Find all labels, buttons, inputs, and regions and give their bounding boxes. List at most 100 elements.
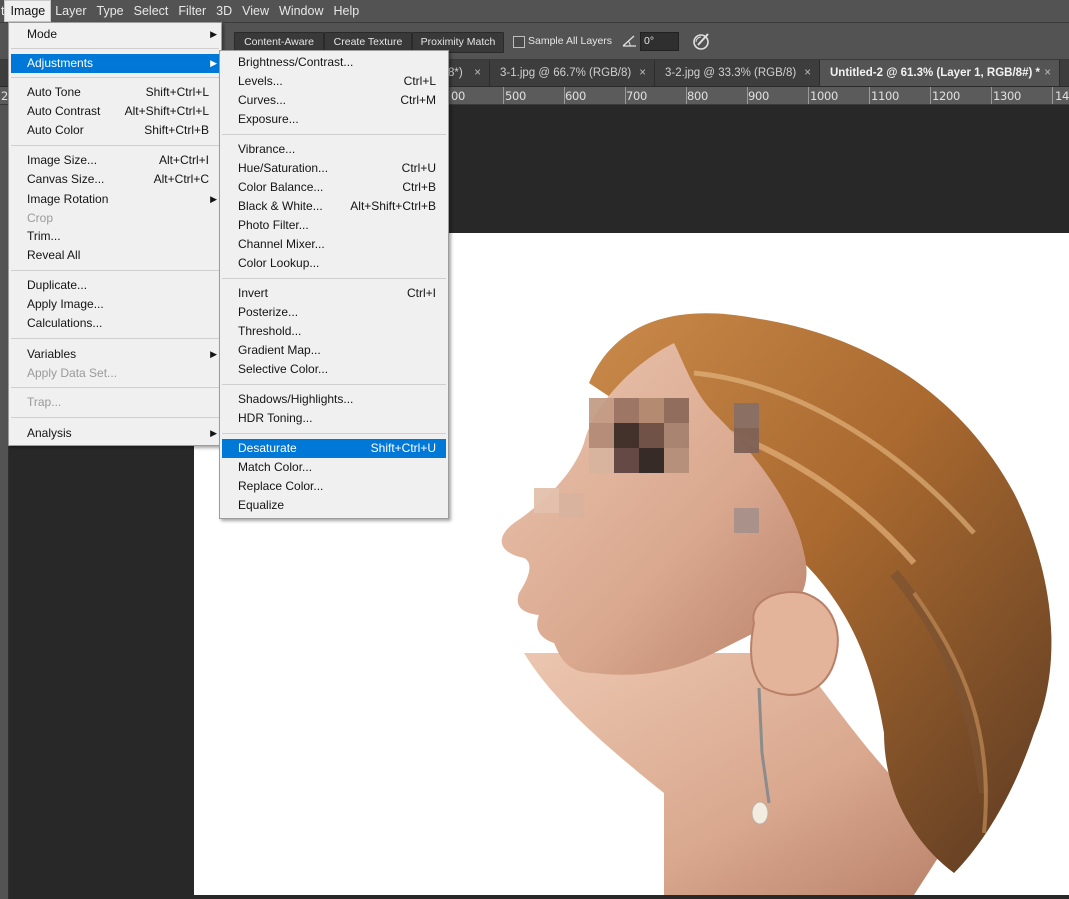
menu-layer[interactable]: Layer	[50, 0, 91, 22]
menu-item-threshold[interactable]: Threshold...	[222, 322, 446, 341]
menu-item-label: Vibrance...	[238, 142, 296, 156]
menu-item-label: Auto Contrast	[27, 104, 101, 118]
menu-item-selective-color[interactable]: Selective Color...	[222, 360, 446, 379]
menu-item-label: Replace Color...	[238, 479, 324, 493]
menu-item-label: Levels...	[238, 74, 283, 88]
menu-item-posterize[interactable]: Posterize...	[222, 303, 446, 322]
document-tab[interactable]: 3-2.jpg @ 33.3% (RGB/8) ×	[655, 60, 820, 86]
menu-item-invert[interactable]: Invert Ctrl+I	[222, 284, 446, 303]
menu-item-exposure[interactable]: Exposure...	[222, 110, 446, 129]
menu-item-equalize[interactable]: Equalize	[222, 496, 446, 515]
menu-view[interactable]: View	[237, 0, 274, 22]
submenu-arrow-icon: ▶	[210, 58, 217, 68]
menu-item-label: Brightness/Contrast...	[238, 55, 354, 69]
menu-window[interactable]: Window	[274, 0, 328, 22]
menu-select[interactable]: Select	[129, 0, 174, 22]
menu-item-image-rotation[interactable]: Image Rotation ▶	[11, 190, 219, 209]
submenu-arrow-icon: ▶	[210, 349, 217, 359]
menu-item-shortcut: Ctrl+B	[402, 180, 436, 194]
menu-item-levels[interactable]: Levels... Ctrl+L	[222, 72, 446, 91]
menu-item-shortcut: Ctrl+L	[403, 74, 436, 88]
submenu-arrow-icon: ▶	[210, 194, 217, 204]
menu-item-label: Channel Mixer...	[238, 237, 325, 251]
menu-item-mode[interactable]: Mode ▶	[11, 25, 219, 44]
tab-label: 3-2.jpg @ 33.3% (RGB/8)	[665, 67, 797, 79]
menu-item-adjustments[interactable]: Adjustments ▶	[11, 54, 219, 73]
adjustments-submenu: Brightness/Contrast... Levels... Ctrl+L …	[219, 50, 449, 519]
menu-item-label: Gradient Map...	[238, 343, 321, 357]
menu-item-calculations[interactable]: Calculations...	[11, 314, 219, 333]
document-tab[interactable]: 3-1.jpg @ 66.7% (RGB/8) ×	[490, 60, 655, 86]
menu-item-label: Invert	[238, 286, 269, 300]
menu-separator	[222, 384, 446, 385]
menu-item-auto-tone[interactable]: Auto Tone Shift+Ctrl+L	[11, 83, 219, 102]
sample-all-layers-checkbox[interactable]	[513, 36, 525, 48]
menu-item-label: Canvas Size...	[27, 172, 105, 186]
menu-separator	[11, 338, 219, 339]
menu-item-gradient-map[interactable]: Gradient Map...	[222, 341, 446, 360]
menu-item-label: Exposure...	[238, 112, 299, 126]
menu-filter[interactable]: Filter	[173, 0, 211, 22]
menu-item-variables[interactable]: Variables ▶	[11, 345, 219, 364]
menu-item-desaturate[interactable]: Desaturate Shift+Ctrl+U	[222, 439, 446, 458]
menu-item-hdr-toning[interactable]: HDR Toning...	[222, 409, 446, 428]
menu-item-color-lookup[interactable]: Color Lookup...	[222, 254, 446, 273]
tab-label: 3-1.jpg @ 66.7% (RGB/8)	[500, 67, 632, 79]
menu-item-label: Variables	[27, 347, 77, 361]
menu-item-auto-contrast[interactable]: Auto Contrast Alt+Shift+Ctrl+L	[11, 102, 219, 121]
menu-bar: t Image Layer Type Select Filter 3D View…	[0, 0, 1069, 23]
menu-item-label: Adjustments	[27, 56, 94, 70]
menu-item-label: Calculations...	[27, 316, 103, 330]
menu-item-label: Crop	[27, 211, 54, 225]
menu-item-label: Posterize...	[238, 305, 299, 319]
menu-item-shortcut: Ctrl+U	[401, 161, 436, 175]
menu-item-label: Trap...	[27, 395, 62, 409]
ruler-label: 1000	[810, 89, 839, 103]
tab-label: Untitled-2 @ 61.3% (Layer 1, RGB/8#) *	[830, 67, 1040, 79]
close-icon[interactable]: ×	[1044, 60, 1051, 86]
menu-item-label: Hue/Saturation...	[238, 161, 329, 175]
menu-item-label: Trim...	[27, 229, 61, 243]
menu-item-hue-saturation[interactable]: Hue/Saturation... Ctrl+U	[222, 159, 446, 178]
menu-item-replace-color[interactable]: Replace Color...	[222, 477, 446, 496]
image-menu: Mode ▶ Adjustments ▶ Auto Tone Shift+Ctr…	[8, 22, 222, 446]
document-tab-active[interactable]: Untitled-2 @ 61.3% (Layer 1, RGB/8#) * ×	[820, 60, 1060, 86]
menu-item-canvas-size[interactable]: Canvas Size... Alt+Ctrl+C	[11, 170, 219, 189]
menu-item-label: Analysis	[27, 426, 72, 440]
menu-item-curves[interactable]: Curves... Ctrl+M	[222, 91, 446, 110]
menu-3d[interactable]: 3D	[211, 0, 237, 22]
menu-item-auto-color[interactable]: Auto Color Shift+Ctrl+B	[11, 121, 219, 140]
menu-item-label: Reveal All	[27, 248, 81, 262]
pressure-icon[interactable]	[692, 31, 712, 51]
menu-item-image-size[interactable]: Image Size... Alt+Ctrl+I	[11, 151, 219, 170]
menu-item-duplicate[interactable]: Duplicate...	[11, 276, 219, 295]
menu-item-photo-filter[interactable]: Photo Filter...	[222, 216, 446, 235]
close-icon[interactable]: ×	[474, 60, 481, 86]
menu-item-match-color[interactable]: Match Color...	[222, 458, 446, 477]
menu-item-vibrance[interactable]: Vibrance...	[222, 140, 446, 159]
angle-input[interactable]: 0°	[640, 32, 679, 51]
menu-item-shortcut: Alt+Ctrl+C	[153, 172, 209, 186]
menu-separator	[222, 433, 446, 434]
menu-item-label: Color Balance...	[238, 180, 324, 194]
menu-item-label: Threshold...	[238, 324, 302, 338]
menu-item-black-white[interactable]: Black & White... Alt+Shift+Ctrl+B	[222, 197, 446, 216]
close-icon[interactable]: ×	[639, 60, 646, 86]
menu-item-label: Apply Image...	[27, 297, 104, 311]
menu-item-color-balance[interactable]: Color Balance... Ctrl+B	[222, 178, 446, 197]
menu-help[interactable]: Help	[328, 0, 364, 22]
close-icon[interactable]: ×	[804, 60, 811, 86]
ruler-label: 2	[1, 89, 9, 103]
menu-item-shortcut: Ctrl+M	[400, 93, 436, 107]
menu-item-apply-image[interactable]: Apply Image...	[11, 295, 219, 314]
menu-item-analysis[interactable]: Analysis ▶	[11, 424, 219, 443]
menu-separator	[11, 417, 219, 418]
menu-item-shadows-highlights[interactable]: Shadows/Highlights...	[222, 390, 446, 409]
menu-item-channel-mixer[interactable]: Channel Mixer...	[222, 235, 446, 254]
menu-item-trim[interactable]: Trim...	[11, 227, 219, 246]
menu-image[interactable]: Image	[4, 0, 52, 22]
menu-item-label: Selective Color...	[238, 362, 329, 376]
menu-type[interactable]: Type	[92, 0, 129, 22]
menu-item-brightness-contrast[interactable]: Brightness/Contrast...	[222, 53, 446, 72]
menu-item-reveal-all[interactable]: Reveal All	[11, 246, 219, 265]
